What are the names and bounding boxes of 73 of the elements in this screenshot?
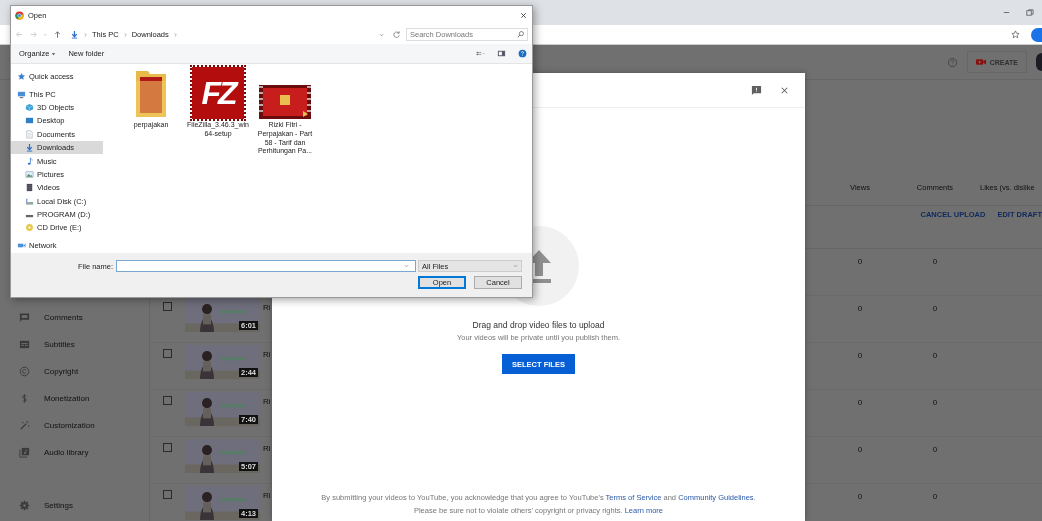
monitor-icon xyxy=(17,89,26,99)
chevron-icon[interactable] xyxy=(122,30,128,39)
sidebar-item[interactable]: Comments xyxy=(0,304,149,331)
table-cell-text: 0 xyxy=(856,350,864,362)
video-file-icon xyxy=(259,85,311,119)
browser-logo-icon xyxy=(15,11,24,20)
sidebar-item[interactable]: Subtitles xyxy=(0,331,149,358)
music-library-icon xyxy=(19,447,30,458)
refresh-icon[interactable] xyxy=(392,30,401,39)
sidebar-item[interactable]: Monetization xyxy=(0,385,149,412)
search-icon xyxy=(516,30,525,39)
download-icon xyxy=(70,30,79,39)
copyright-icon xyxy=(19,366,30,377)
video-camera-icon xyxy=(975,58,986,66)
video-title[interactable]: Ri xyxy=(263,303,271,312)
app-logo: FZ xyxy=(192,67,244,119)
sidebar-item[interactable]: Settings xyxy=(0,492,149,519)
table-cell-text: 0 xyxy=(856,256,864,268)
up-arrow-icon[interactable] xyxy=(53,30,62,39)
help-icon[interactable] xyxy=(518,49,527,58)
restore-icon[interactable] xyxy=(1025,8,1034,17)
sidebar-item[interactable]: Audio library xyxy=(0,439,149,466)
back-arrow-icon[interactable] xyxy=(15,30,24,39)
disc-icon xyxy=(25,223,34,233)
preview-pane-icon[interactable] xyxy=(497,49,506,58)
table-cell-text: 0 xyxy=(931,256,939,268)
sidebar-item[interactable]: Copyright xyxy=(0,358,149,385)
feedback-icon[interactable] xyxy=(751,84,762,96)
view-options-icon[interactable] xyxy=(476,49,485,58)
row-checkbox[interactable] xyxy=(163,490,172,499)
image-icon xyxy=(25,169,34,179)
table-cell-text: 0 xyxy=(856,444,864,456)
row-checkbox[interactable] xyxy=(163,396,172,405)
table-cell-text: 0 xyxy=(931,444,939,456)
table-cell-text: 0 xyxy=(856,491,864,503)
document-icon xyxy=(25,129,34,139)
star-icon[interactable] xyxy=(1011,30,1020,39)
profile-avatar[interactable] xyxy=(1031,27,1042,42)
chevron-icon[interactable] xyxy=(83,30,88,39)
download-icon xyxy=(25,143,34,153)
comment-icon xyxy=(19,312,30,323)
video-title[interactable]: Ri xyxy=(263,397,271,406)
account-avatar[interactable] xyxy=(1036,53,1042,71)
table-cell-text: 0 xyxy=(931,397,939,409)
drive-icon xyxy=(25,196,34,206)
music-note-icon xyxy=(25,156,34,166)
subtitles-icon xyxy=(19,339,30,350)
desktop-icon xyxy=(25,116,34,126)
dropdown-caret-icon xyxy=(404,262,409,270)
table-cell-text: 0 xyxy=(931,303,939,315)
row-checkbox[interactable] xyxy=(163,349,172,358)
video-title[interactable]: Ri xyxy=(263,444,271,453)
film-icon xyxy=(25,183,34,193)
cube-icon xyxy=(25,102,34,112)
video-title[interactable]: Ri xyxy=(263,491,271,500)
file-name-field[interactable] xyxy=(116,260,416,272)
settings-icon xyxy=(19,500,30,511)
dollar-icon xyxy=(19,393,30,404)
table-cell-text: 0 xyxy=(931,350,939,362)
dropdown-caret-icon xyxy=(513,262,518,270)
video-title[interactable]: Ri xyxy=(263,350,271,359)
forward-arrow-icon[interactable] xyxy=(29,30,38,39)
chevron-icon[interactable] xyxy=(172,30,178,39)
magic-wand-icon xyxy=(19,420,30,431)
close-icon[interactable] xyxy=(519,11,528,20)
table-cell-text: 0 xyxy=(856,397,864,409)
upload-prompt: Drag and drop video files to upload xyxy=(472,320,605,330)
sidebar-item[interactable]: Customization xyxy=(0,412,149,439)
table-cell-text: 0 xyxy=(856,303,864,315)
row-checkbox[interactable] xyxy=(163,302,172,311)
row-checkbox[interactable] xyxy=(163,443,172,452)
table-cell-text: 0 xyxy=(931,491,939,503)
star-icon xyxy=(17,72,26,82)
